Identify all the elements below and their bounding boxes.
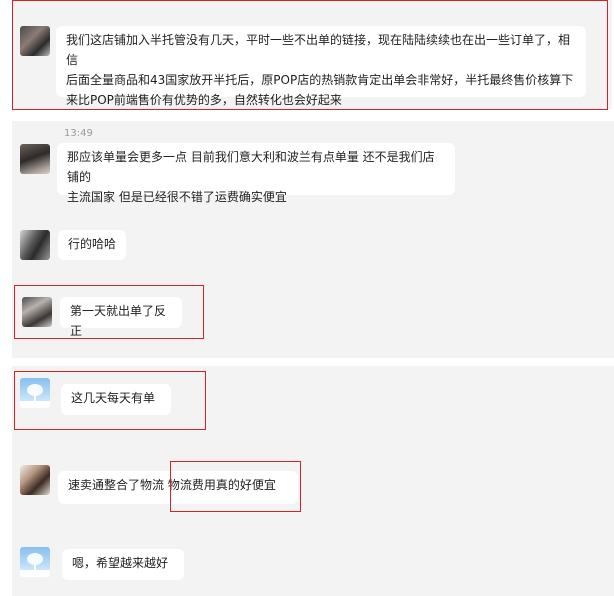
blurred-avatar-icon[interactable]	[20, 144, 50, 174]
person-photo-avatar-icon[interactable]	[20, 465, 50, 495]
message-bubble-7[interactable]: 嗯，希望越来越好	[62, 549, 184, 580]
message-bubble-2[interactable]: 那应该单量会更多一点 目前我们意大利和波兰有点单量 还不是我们店铺的 主流国家 …	[57, 143, 455, 204]
snow-tree-avatar-icon[interactable]	[20, 547, 50, 577]
highlight-box-3	[14, 371, 206, 430]
highlight-box-4	[170, 461, 301, 512]
message-bubble-3[interactable]: 行的哈哈	[58, 230, 126, 260]
blurred-avatar-icon[interactable]	[20, 230, 50, 260]
snow-ground-shape	[20, 570, 50, 577]
highlight-box-1	[12, 0, 608, 110]
timestamp: 13:49	[64, 128, 93, 139]
highlight-box-2	[14, 285, 204, 339]
